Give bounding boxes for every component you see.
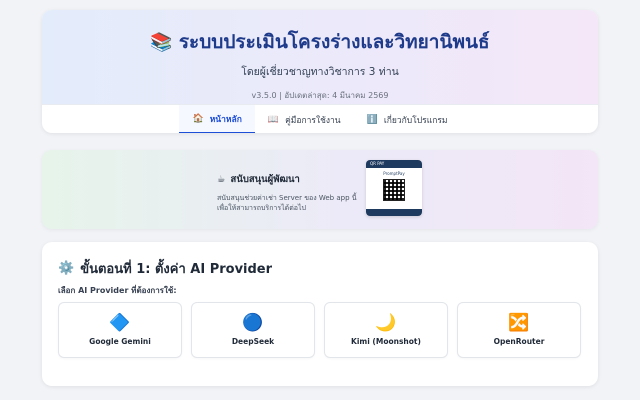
coffee-icon: ☕ <box>217 174 226 185</box>
version-info: v3.5.0 | อัปเดตล่าสุด: 4 มีนาคม 2569 <box>251 91 389 100</box>
qr-header: QR PAY <box>366 160 422 168</box>
qr-footer <box>366 209 422 216</box>
support-title-text: สนับสนุนผู้พัฒนา <box>230 174 300 185</box>
moon-icon: 🌙 <box>375 313 397 333</box>
provider-name: OpenRouter <box>493 337 545 346</box>
info-icon: ℹ️ <box>366 114 378 125</box>
qr-label: PromptPay <box>383 171 405 176</box>
app-subtitle: โดยผู้เชี่ยวชาญทางวิชาการ 3 ท่าน <box>241 66 399 78</box>
provider-openrouter[interactable]: 🔀 OpenRouter <box>457 302 581 358</box>
shuffle-icon: 🔀 <box>508 313 530 333</box>
provider-google-gemini[interactable]: 🔷 Google Gemini <box>58 302 182 358</box>
tab-home[interactable]: 🏠 หน้าหลัก <box>179 105 255 133</box>
books-icon: 📚 <box>150 31 173 53</box>
provider-kimi[interactable]: 🌙 Kimi (Moonshot) <box>324 302 448 358</box>
provider-name: DeepSeek <box>231 337 275 346</box>
home-icon: 🏠 <box>192 113 204 124</box>
app-title-text: ระบบประเมินโครงร่างและวิทยานิพนธ์ <box>178 31 490 53</box>
tab-manual-label: คู่มือการใช้งาน <box>285 115 341 126</box>
tab-manual[interactable]: 📖 คู่มือการใช้งาน <box>255 105 354 133</box>
provider-name: Kimi (Moonshot) <box>351 337 421 346</box>
tab-about-label: เกี่ยวกับโปรแกรม <box>383 115 448 126</box>
tab-home-label: หน้าหลัก <box>209 114 242 125</box>
app-title: 📚 ระบบประเมินโครงร่างและวิทยานิพนธ์ <box>42 10 598 57</box>
tab-about[interactable]: ℹ️ เกี่ยวกับโปรแกรม <box>354 105 461 133</box>
donation-qr-code: QR PAY PromptPay <box>366 160 422 216</box>
step-1-title-text: ขั้นตอนที่ 1: ตั้งค่า AI Provider <box>80 262 273 277</box>
provider-deepseek[interactable]: 🔵 DeepSeek <box>191 302 315 358</box>
gear-icon: ⚙️ <box>58 261 75 276</box>
support-card: ☕ สนับสนุนผู้พัฒนา สนับสนุนช่วยค่าเช่า S… <box>42 150 598 229</box>
provider-name: Google Gemini <box>89 337 151 346</box>
gemini-icon: 🔷 <box>109 313 131 333</box>
header-banner: 📚 ระบบประเมินโครงร่างและวิทยานิพนธ์ โดยผ… <box>42 10 598 104</box>
qr-code-icon <box>383 179 405 201</box>
step-1-card: ⚙️ ขั้นตอนที่ 1: ตั้งค่า AI Provider เลื… <box>42 242 598 386</box>
step-1-title: ⚙️ ขั้นตอนที่ 1: ตั้งค่า AI Provider <box>58 258 272 279</box>
deepseek-icon: 🔵 <box>242 313 264 333</box>
provider-select-label: เลือก AI Provider ที่ต้องการใช้: <box>58 286 177 295</box>
header-card: 📚 ระบบประเมินโครงร่างและวิทยานิพนธ์ โดยผ… <box>42 10 598 133</box>
provider-options: 🔷 Google Gemini 🔵 DeepSeek 🌙 Kimi (Moons… <box>58 302 581 358</box>
book-icon: 📖 <box>267 114 280 125</box>
main-nav: 🏠 หน้าหลัก 📖 คู่มือการใช้งาน ℹ️ เกี่ยวกั… <box>42 104 598 133</box>
